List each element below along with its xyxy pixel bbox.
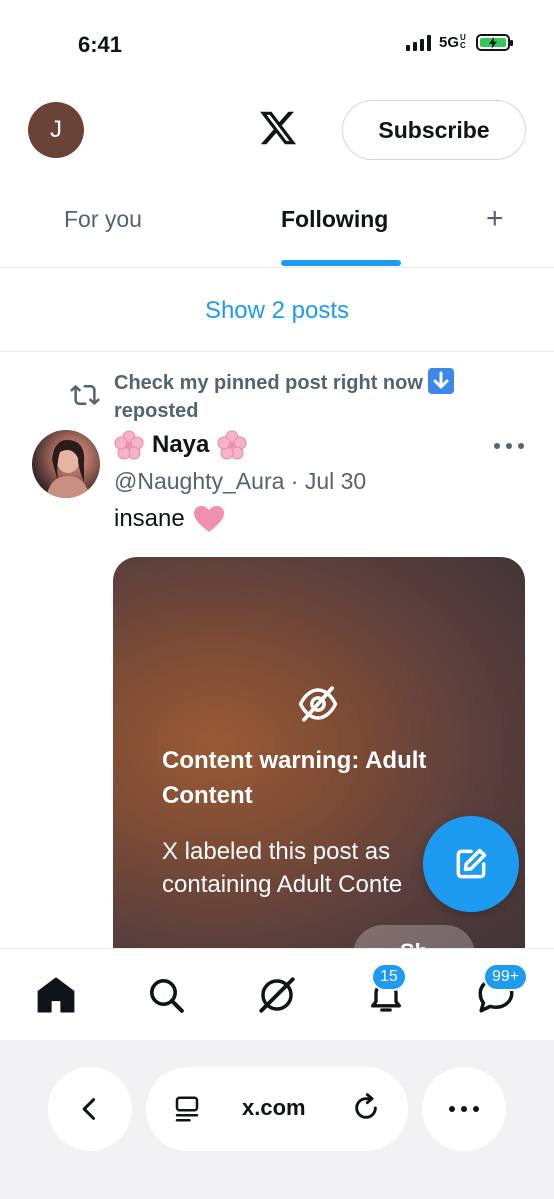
- active-tab-indicator: [281, 260, 401, 266]
- status-indicators: 5G UC: [405, 33, 513, 52]
- status-bar: 6:41 5G UC: [0, 0, 554, 80]
- repost-icon: [70, 384, 100, 406]
- repost-by: Check my pinned post right now: [114, 372, 423, 394]
- signal-icon: [405, 34, 431, 51]
- down-arrow-emoji-icon: [428, 368, 455, 394]
- notifications-badge: 15: [371, 963, 407, 991]
- browser-toolbar: x.com: [0, 1040, 554, 1199]
- add-tab-button[interactable]: +: [486, 204, 504, 234]
- author-name[interactable]: Naya: [114, 430, 247, 460]
- app-header: J Subscribe: [0, 90, 554, 174]
- status-time: 6:41: [78, 32, 123, 57]
- browser-address-bar[interactable]: x.com: [146, 1067, 408, 1151]
- repost-context[interactable]: Check my pinned post right now reposted: [114, 368, 514, 425]
- post-date[interactable]: Jul 30: [305, 468, 366, 494]
- chevron-left-icon: [82, 1098, 96, 1120]
- sensitive-media[interactable]: Content warning: Adult Content X labeled…: [113, 557, 525, 977]
- post-body: insane: [114, 505, 185, 532]
- content-warning-body: X labeled this post as containing Adult …: [162, 838, 403, 898]
- search-icon: [150, 979, 184, 1013]
- profile-avatar[interactable]: J: [28, 102, 84, 158]
- nav-home[interactable]: [34, 973, 78, 1017]
- show-new-posts-button[interactable]: Show 2 posts: [0, 270, 554, 352]
- cherry-blossom-icon: [114, 430, 144, 460]
- compose-icon: [456, 848, 487, 879]
- bottom-navigation: 15 99+: [0, 948, 554, 1040]
- x-logo-icon[interactable]: [258, 108, 298, 148]
- subscribe-button[interactable]: Subscribe: [342, 100, 526, 160]
- tab-for-you[interactable]: For you: [64, 206, 142, 233]
- reload-icon[interactable]: [350, 1092, 382, 1124]
- browser-more-button[interactable]: [422, 1067, 506, 1151]
- tab-following[interactable]: Following: [281, 206, 388, 233]
- nav-grok[interactable]: [255, 973, 299, 1017]
- messages-badge: 99+: [483, 963, 529, 991]
- browser-back-button[interactable]: [48, 1067, 132, 1151]
- author-display-name: Naya: [152, 431, 210, 458]
- author-handle-line: @Naughty_Aura · Jul 30: [114, 468, 366, 495]
- post-text: insane: [114, 505, 225, 533]
- show-posts-label: Show 2 posts: [204, 296, 350, 324]
- nav-search[interactable]: [144, 973, 188, 1017]
- author-handle[interactable]: @Naughty_Aura: [114, 468, 284, 494]
- feed-tabs: For you Following +: [0, 186, 554, 268]
- author-avatar[interactable]: [32, 430, 100, 498]
- compose-button[interactable]: [423, 816, 519, 912]
- network-label: 5G UC: [438, 33, 466, 52]
- browser-url[interactable]: x.com: [242, 1095, 306, 1121]
- eye-slash-icon: [298, 686, 338, 722]
- content-warning-title: Content warning: Adult Content: [162, 747, 427, 809]
- meta-separator: ·: [290, 468, 299, 494]
- reader-mode-icon[interactable]: [172, 1094, 202, 1124]
- home-icon: [37, 977, 75, 1013]
- battery-icon: [476, 34, 513, 51]
- cherry-blossom-icon: [217, 430, 247, 460]
- pink-heart-icon: [193, 506, 224, 532]
- repost-suffix: reposted: [114, 400, 199, 422]
- post-more-button[interactable]: [494, 434, 524, 458]
- grok-icon: [259, 977, 295, 1013]
